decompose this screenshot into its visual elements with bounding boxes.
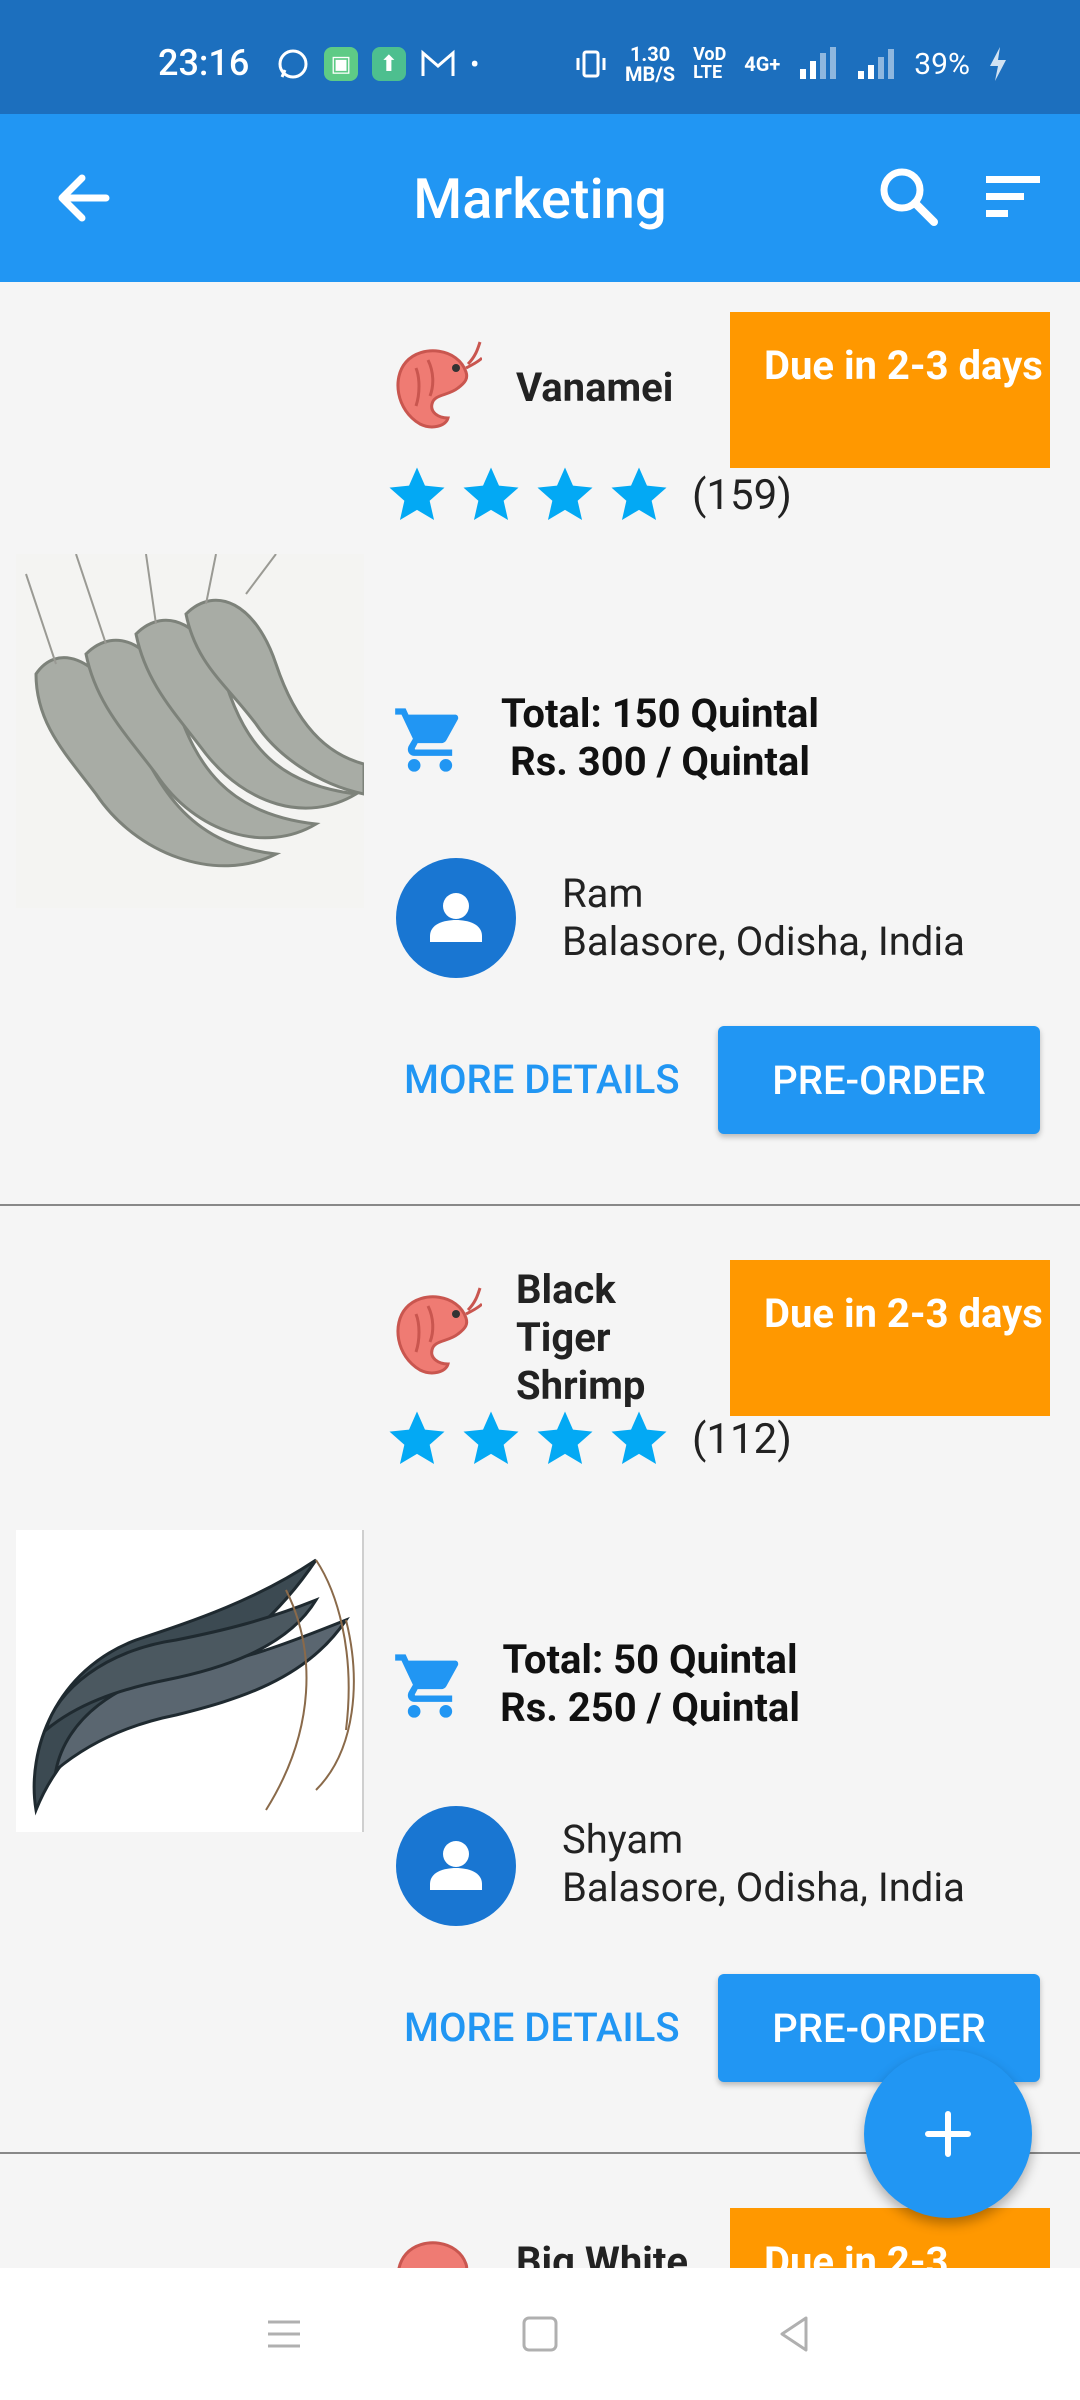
quantity-price: Rs. 250 / Quintal	[500, 1684, 800, 1731]
person-icon	[430, 893, 482, 942]
star-icon	[611, 467, 667, 521]
star-icon	[389, 1411, 445, 1465]
back-nav-icon[interactable]	[772, 2312, 816, 2356]
product-image	[16, 1530, 364, 1832]
due-badge: Due in 2-3 days	[730, 1260, 1050, 1416]
product-name: Black Tiger Shrimp	[516, 1266, 646, 1409]
listing-card: Vanamei Due in 2-3 days (159) Total: 150…	[0, 282, 1080, 1204]
shrimp-icon	[397, 2241, 469, 2268]
search-icon[interactable]	[876, 164, 940, 228]
cart-icon	[395, 1654, 459, 1718]
seller-location: Balasore, Odisha, India	[562, 1864, 965, 1911]
cart-icon	[395, 708, 459, 772]
more-details-button[interactable]: MORE DETAILS	[404, 2004, 680, 2051]
star-icon	[463, 467, 519, 521]
messages-icon: ▣	[324, 47, 358, 81]
seller-info: Ram Balasore, Odisha, India	[562, 870, 965, 966]
quantity-total: Total: 150 Quintal	[500, 690, 820, 737]
star-icon	[463, 1411, 519, 1465]
sort-icon[interactable]	[980, 164, 1044, 228]
vibrate-icon	[576, 50, 606, 78]
net-speed: 1.30 MB/S	[625, 42, 676, 86]
home-icon[interactable]	[518, 2312, 562, 2356]
upload-icon: ⬆	[372, 47, 406, 81]
shrimp-icon	[396, 341, 482, 429]
star-icon	[537, 467, 593, 521]
rating-count: (112)	[692, 1414, 792, 1464]
seller-name: Ram	[562, 870, 644, 917]
listing-card: Black Tiger Shrimp Due in 2-3 days (112)…	[0, 1206, 1080, 2150]
system-nav-bar	[0, 2268, 1080, 2400]
seller-info: Shyam Balasore, Odisha, India	[562, 1816, 965, 1912]
person-icon	[430, 1841, 482, 1890]
due-badge: Due in 2-3 days	[730, 312, 1050, 468]
quantity-info: Total: 150 Quintal Rs. 300 / Quintal	[490, 690, 830, 786]
status-bar: 23:16 ▣ ⬆ • 1.30 MB/S VoD LTE 4G+ 39%	[0, 0, 1080, 114]
rating-count: (159)	[692, 470, 792, 520]
signal-2-icon	[858, 49, 895, 79]
seller-avatar	[396, 858, 516, 978]
rating-stars: (112)	[384, 1406, 792, 1472]
shrimp-icon	[396, 1287, 482, 1375]
volte-indicator: VoD LTE	[693, 44, 727, 83]
product-name: Vanamei	[516, 364, 674, 411]
network-type: 4G+	[744, 52, 781, 76]
due-badge: Due in 2-3	[730, 2208, 1050, 2268]
system-icons: 1.30 MB/S VoD LTE 4G+ 39%	[575, 44, 1008, 84]
app-bar: Marketing	[0, 114, 1080, 282]
seller-name: Shyam	[562, 1816, 684, 1863]
notification-icons: ▣ ⬆ •	[276, 47, 479, 81]
signal-icon	[800, 47, 837, 79]
more-notifications-dot: •	[470, 47, 480, 81]
battery-level: 39%	[914, 46, 970, 82]
status-time: 23:16	[158, 42, 250, 84]
plus-icon	[925, 2111, 971, 2157]
star-icon	[389, 467, 445, 521]
star-icon	[611, 1411, 667, 1465]
rating-stars: (159)	[384, 462, 792, 528]
charging-icon	[990, 47, 1006, 81]
seller-location: Balasore, Odisha, India	[562, 918, 965, 965]
quantity-info: Total: 50 Quintal Rs. 250 / Quintal	[480, 1636, 820, 1732]
star-icon	[537, 1411, 593, 1465]
seller-avatar	[396, 1806, 516, 1926]
product-name: Big White	[516, 2238, 689, 2268]
menu-icon[interactable]	[262, 2312, 306, 2356]
add-fab-button[interactable]	[864, 2050, 1032, 2218]
quantity-price: Rs. 300 / Quintal	[510, 738, 810, 785]
more-details-button[interactable]: MORE DETAILS	[404, 1056, 680, 1103]
whatsapp-icon	[278, 49, 308, 79]
product-image	[16, 554, 364, 908]
preorder-button[interactable]: PRE-ORDER	[718, 1026, 1040, 1134]
gmail-icon	[421, 49, 455, 76]
quantity-total: Total: 50 Quintal	[502, 1636, 798, 1683]
